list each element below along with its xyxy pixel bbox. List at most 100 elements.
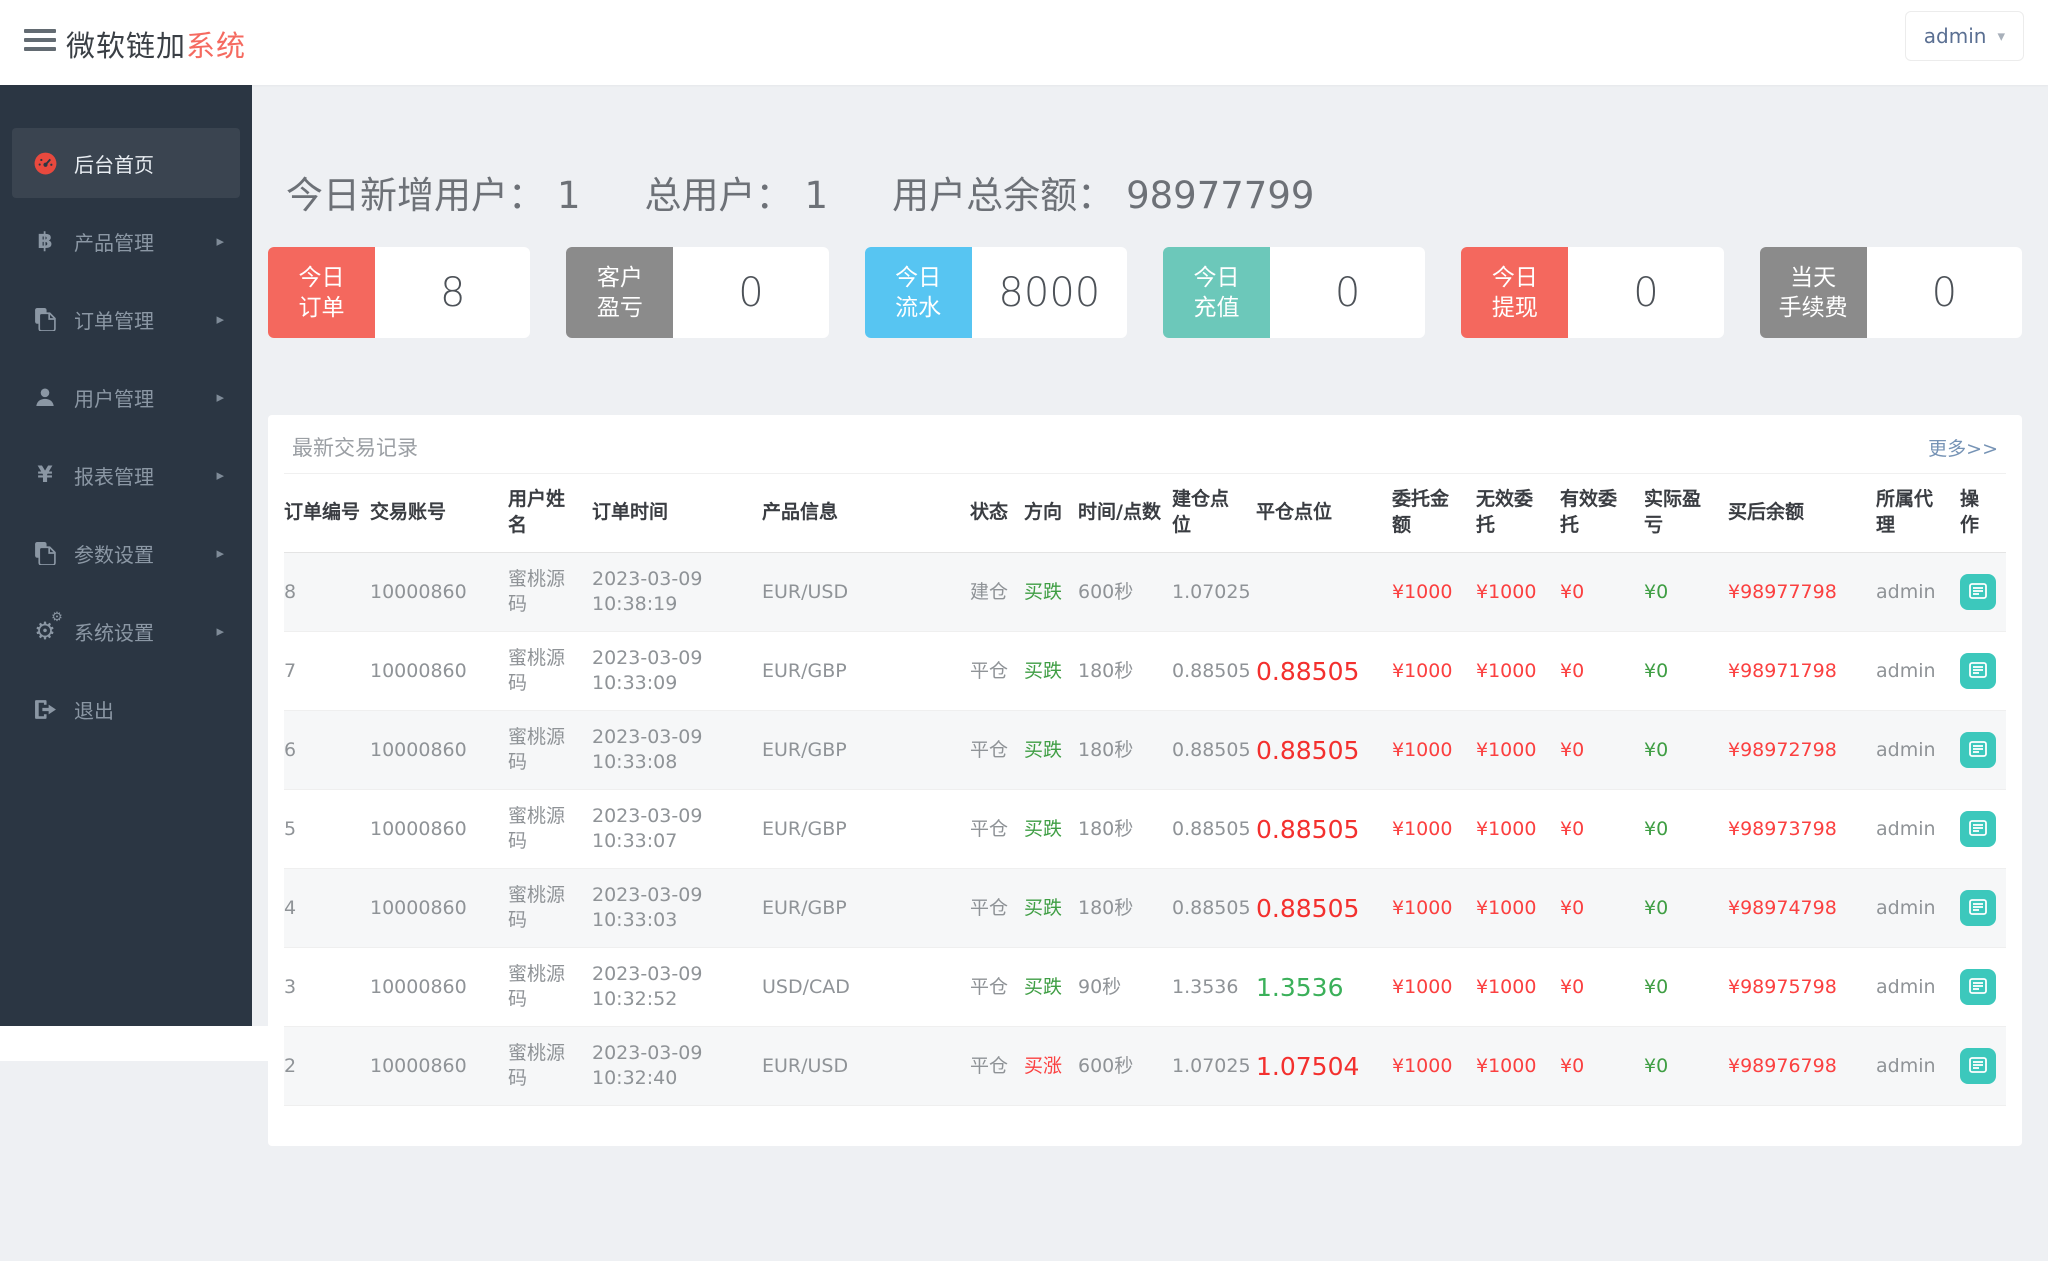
cell-time: 2023-03-09 10:38:19 — [592, 553, 762, 632]
table-row: 710000860蜜桃源码2023-03-09 10:33:09EUR/GBP平… — [284, 632, 2006, 711]
cell-amount: ¥1000 — [1392, 948, 1476, 1027]
stat-item: 今日新增用户：1 — [286, 165, 581, 219]
stat-item: 用户总余额：98977799 — [892, 165, 1314, 219]
cell-name: 蜜桃源码 — [508, 553, 592, 632]
stat-value: 1 — [557, 174, 581, 217]
app-title-red: 系统 — [186, 29, 246, 63]
sidebar-item-dashboard[interactable]: 后台首页 — [12, 128, 240, 198]
sidebar-item-logout[interactable]: 退出 — [12, 674, 240, 744]
detail-icon — [1969, 662, 1987, 681]
order-detail-button[interactable] — [1960, 732, 1996, 768]
stat-card-label: 今日流水 — [865, 247, 972, 338]
cell-open_point: 0.88505 — [1172, 869, 1256, 948]
sidebar-item-user-management[interactable]: 用户管理▸ — [12, 362, 240, 432]
order-detail-button[interactable] — [1960, 1048, 1996, 1084]
cell-direction: 买跌 — [1024, 869, 1078, 948]
detail-icon — [1969, 583, 1987, 602]
column-header: 平仓点位 — [1256, 474, 1392, 553]
stat-value: 1 — [805, 174, 829, 217]
cell-name: 蜜桃源码 — [508, 948, 592, 1027]
stat-card: 当天手续费0 — [1760, 247, 2022, 338]
cell-action — [1960, 790, 2006, 869]
cell-direction: 买跌 — [1024, 711, 1078, 790]
table-row: 210000860蜜桃源码2023-03-09 10:32:40EUR/USD平… — [284, 1027, 2006, 1106]
order-detail-button[interactable] — [1960, 811, 1996, 847]
cell-direction: 买跌 — [1024, 632, 1078, 711]
reports-icon: ¥ — [30, 463, 60, 488]
hamburger-menu-icon[interactable] — [24, 29, 56, 56]
cell-product: EUR/GBP — [762, 632, 970, 711]
cell-profit: ¥0 — [1644, 948, 1728, 1027]
more-link[interactable]: 更多>> — [1928, 434, 1998, 461]
cell-account: 10000860 — [370, 869, 508, 948]
cell-status: 平仓 — [970, 790, 1024, 869]
trades-panel-header: 最新交易记录 更多>> — [268, 415, 2022, 473]
dashboard-icon — [30, 151, 60, 176]
sidebar-item-order-management[interactable]: 订单管理▸ — [12, 284, 240, 354]
user-dropdown[interactable]: admin ▾ — [1905, 11, 2024, 61]
cell-action — [1960, 1027, 2006, 1106]
cell-account: 10000860 — [370, 790, 508, 869]
order-detail-button[interactable] — [1960, 969, 1996, 1005]
cell-product: EUR/USD — [762, 553, 970, 632]
cell-invalid: ¥1000 — [1476, 632, 1560, 711]
cell-action — [1960, 711, 2006, 790]
column-header: 操作 — [1960, 474, 2006, 553]
logout-icon — [30, 699, 60, 720]
cell-close_point: 0.88505 — [1256, 632, 1392, 711]
cell-time: 2023-03-09 10:33:08 — [592, 711, 762, 790]
cell-account: 10000860 — [370, 1027, 508, 1106]
cell-status: 平仓 — [970, 948, 1024, 1027]
sidebar-item-label: 报表管理 — [74, 461, 154, 490]
cell-open_point: 1.07025 — [1172, 553, 1256, 632]
cell-no: 3 — [284, 948, 370, 1027]
cell-duration: 180秒 — [1078, 632, 1172, 711]
cell-profit: ¥0 — [1644, 632, 1728, 711]
detail-icon — [1969, 978, 1987, 997]
detail-icon — [1969, 820, 1987, 839]
cell-amount: ¥1000 — [1392, 869, 1476, 948]
cell-no: 7 — [284, 632, 370, 711]
cell-balance: ¥98973798 — [1728, 790, 1876, 869]
sidebar-item-report-management[interactable]: ¥报表管理▸ — [12, 440, 240, 510]
cell-agent: admin — [1876, 553, 1960, 632]
cell-action — [1960, 869, 2006, 948]
cell-balance: ¥98976798 — [1728, 1027, 1876, 1106]
stat-card-value: 0 — [1867, 247, 2022, 338]
stat-card-value: 8 — [375, 247, 530, 338]
sidebar-item-parameter-settings[interactable]: 参数设置▸ — [12, 518, 240, 588]
column-header: 产品信息 — [762, 474, 970, 553]
order-detail-button[interactable] — [1960, 890, 1996, 926]
stat-card-label: 当天手续费 — [1760, 247, 1867, 338]
sidebar-item-system-settings[interactable]: ⚙⚙系统设置▸ — [12, 596, 240, 666]
cell-status: 建仓 — [970, 553, 1024, 632]
table-header-row: 订单编号交易账号用户姓名订单时间产品信息状态方向时间/点数建仓点位平仓点位委托金… — [284, 474, 2006, 553]
product-icon: ฿ — [30, 229, 60, 254]
order-detail-button[interactable] — [1960, 574, 1996, 610]
cell-valid: ¥0 — [1560, 948, 1644, 1027]
order-detail-button[interactable] — [1960, 653, 1996, 689]
cell-balance: ¥98972798 — [1728, 711, 1876, 790]
cell-account: 10000860 — [370, 948, 508, 1027]
sidebar-item-label: 系统设置 — [74, 617, 154, 646]
cell-amount: ¥1000 — [1392, 553, 1476, 632]
sidebar-item-product-management[interactable]: ฿产品管理▸ — [12, 206, 240, 276]
cell-profit: ¥0 — [1644, 711, 1728, 790]
cell-amount: ¥1000 — [1392, 711, 1476, 790]
trades-table: 订单编号交易账号用户姓名订单时间产品信息状态方向时间/点数建仓点位平仓点位委托金… — [284, 473, 2006, 1106]
cell-duration: 180秒 — [1078, 790, 1172, 869]
cell-valid: ¥0 — [1560, 711, 1644, 790]
trades-panel: 最新交易记录 更多>> 订单编号交易账号用户姓名订单时间产品信息状态方向时间/点… — [268, 415, 2022, 1146]
sidebar-item-label: 产品管理 — [74, 227, 154, 256]
sidebar: 后台首页฿产品管理▸订单管理▸用户管理▸¥报表管理▸参数设置▸⚙⚙系统设置▸退出 — [0, 85, 252, 1026]
cell-action — [1960, 948, 2006, 1027]
sidebar-item-label: 参数设置 — [74, 539, 154, 568]
cell-name: 蜜桃源码 — [508, 711, 592, 790]
column-header: 无效委托 — [1476, 474, 1560, 553]
cell-balance: ¥98977798 — [1728, 553, 1876, 632]
column-header: 时间/点数 — [1078, 474, 1172, 553]
stat-card-label: 今日订单 — [268, 247, 375, 338]
cell-account: 10000860 — [370, 553, 508, 632]
detail-icon — [1969, 1057, 1987, 1076]
users-icon — [30, 386, 60, 408]
